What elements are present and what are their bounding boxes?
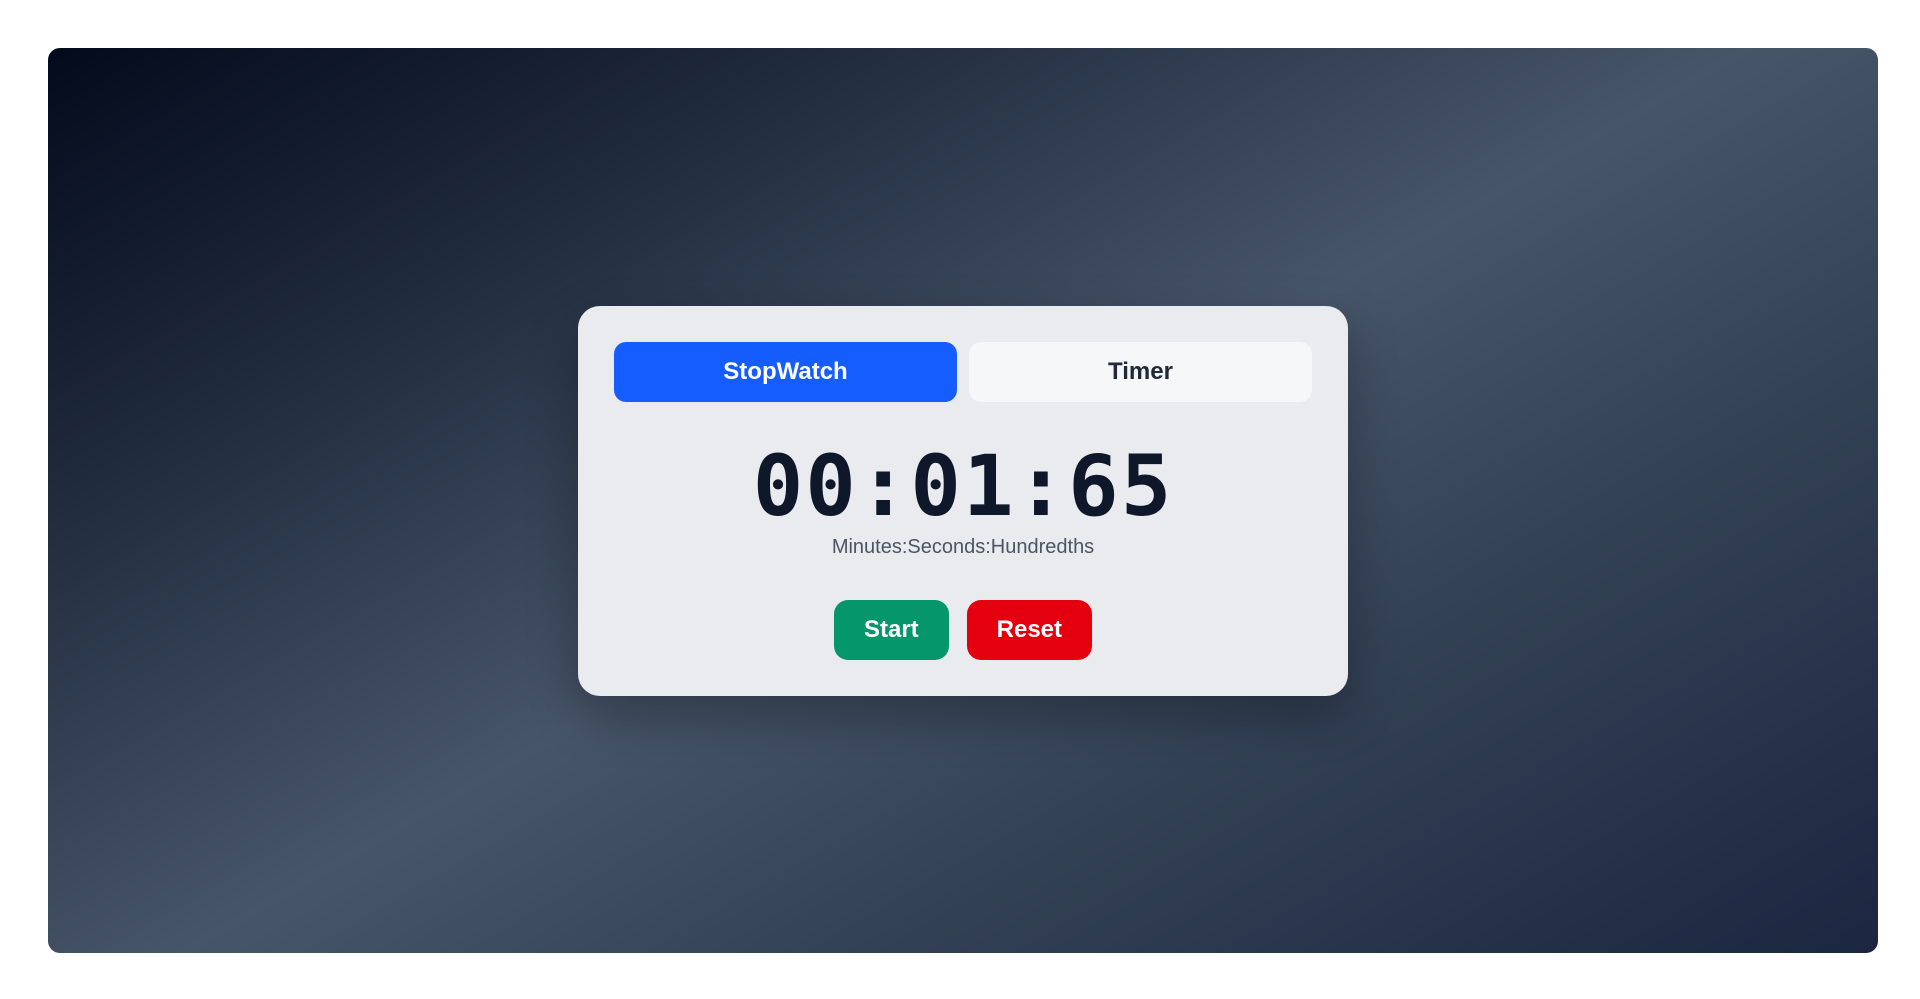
mode-tabs: StopWatch Timer	[614, 342, 1312, 402]
control-buttons: Start Reset	[578, 600, 1348, 660]
tab-timer[interactable]: Timer	[969, 342, 1312, 402]
time-format-caption: Minutes:Seconds:Hundredths	[831, 536, 1095, 558]
reset-button[interactable]: Reset	[966, 600, 1093, 660]
app-background: StopWatch Timer 00:01:65 Minutes:Seconds…	[48, 48, 1878, 953]
time-display: 00:01:65	[752, 437, 1174, 535]
stopwatch-card: StopWatch Timer 00:01:65 Minutes:Seconds…	[578, 306, 1348, 696]
start-button[interactable]: Start	[833, 600, 949, 660]
tab-stopwatch[interactable]: StopWatch	[614, 342, 957, 402]
